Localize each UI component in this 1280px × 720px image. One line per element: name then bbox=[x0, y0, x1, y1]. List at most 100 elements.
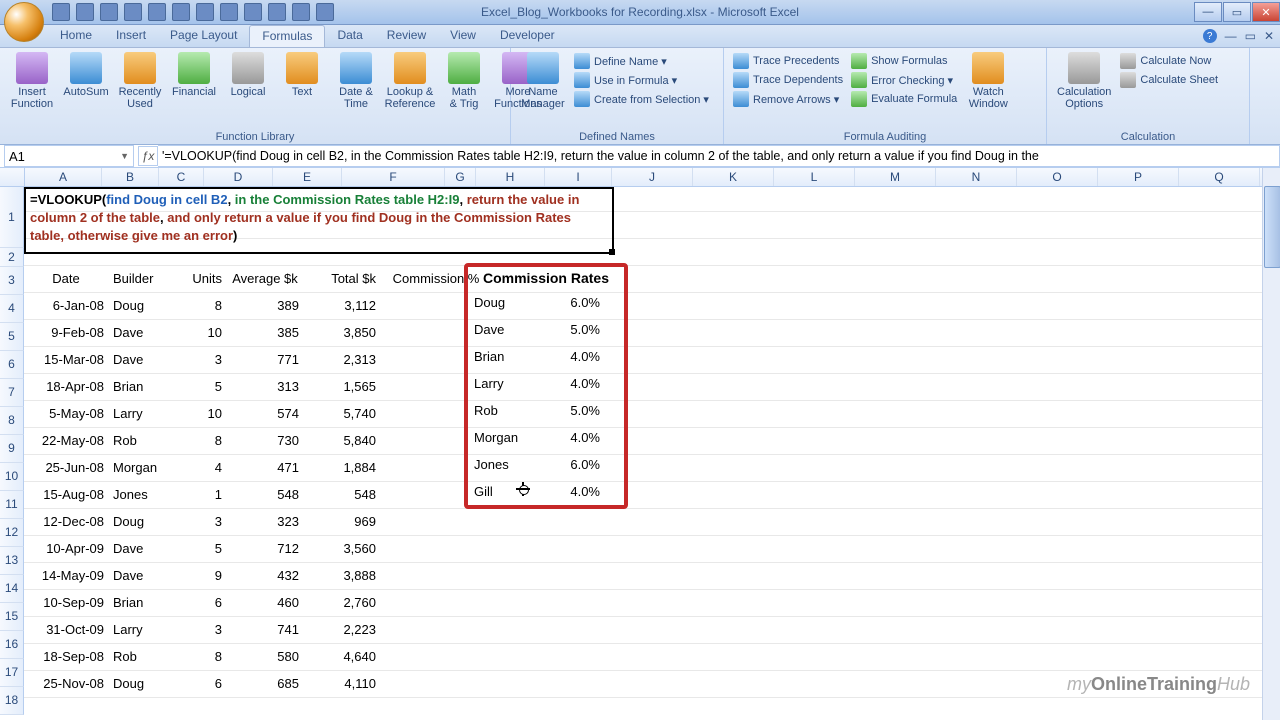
col-header-G[interactable]: G bbox=[445, 168, 476, 186]
col-header-P[interactable]: P bbox=[1098, 168, 1179, 186]
table-row[interactable]: 15-Aug-08Jones1548548 bbox=[24, 481, 492, 508]
fa-right-0[interactable]: Show Formulas bbox=[848, 52, 960, 70]
qat-open-icon[interactable] bbox=[148, 3, 166, 21]
col-header-N[interactable]: N bbox=[936, 168, 1017, 186]
name-box[interactable]: A1▼ bbox=[4, 145, 134, 167]
commission-row[interactable]: Rob5.0% bbox=[468, 397, 624, 424]
spreadsheet-grid[interactable]: ABCDEFGHIJKLMNOPQ 1234567891011121314151… bbox=[0, 168, 1280, 720]
qat-more-icon[interactable] bbox=[316, 3, 334, 21]
commission-row[interactable]: Brian4.0% bbox=[468, 343, 624, 370]
row-header-16[interactable]: 16 bbox=[0, 631, 24, 659]
col-header-F[interactable]: F bbox=[342, 168, 445, 186]
dn-item-2[interactable]: Create from Selection ▾ bbox=[571, 90, 712, 108]
col-header-I[interactable]: I bbox=[545, 168, 612, 186]
help-icon[interactable]: ? bbox=[1203, 29, 1217, 43]
fx-icon[interactable]: ƒx bbox=[138, 146, 158, 166]
row-header-12[interactable]: 12 bbox=[0, 519, 24, 547]
table-row[interactable]: 18-Apr-08Brian53131,565 bbox=[24, 373, 492, 400]
minimize-ribbon-icon[interactable]: — bbox=[1225, 29, 1237, 43]
close-button[interactable]: ✕ bbox=[1252, 2, 1280, 22]
fl-button-5[interactable]: Text bbox=[276, 50, 328, 142]
formula-bar[interactable]: '=VLOOKUP(find Doug in cell B2, in the C… bbox=[158, 145, 1280, 167]
col-header-H[interactable]: H bbox=[476, 168, 545, 186]
maximize-button[interactable]: ▭ bbox=[1223, 2, 1251, 22]
fa-right-2[interactable]: Evaluate Formula bbox=[848, 90, 960, 108]
row-header-17[interactable]: 17 bbox=[0, 659, 24, 687]
qat-redo-icon[interactable] bbox=[100, 3, 118, 21]
row-header-1[interactable]: 1 bbox=[0, 187, 24, 248]
row-header-7[interactable]: 7 bbox=[0, 379, 24, 407]
table-row[interactable]: 12-Dec-08Doug3323969 bbox=[24, 508, 492, 535]
fl-button-4[interactable]: Logical bbox=[222, 50, 274, 142]
commission-row[interactable]: Dave5.0% bbox=[468, 316, 624, 343]
table-row[interactable]: 25-Nov-08Doug66854,110 bbox=[24, 670, 492, 697]
close-workbook-icon[interactable]: ✕ bbox=[1264, 29, 1274, 43]
cell-a1-merged[interactable]: =VLOOKUP(find Doug in cell B2, in the Co… bbox=[24, 187, 614, 254]
fl-button-6[interactable]: Date & Time bbox=[330, 50, 382, 142]
col-header-E[interactable]: E bbox=[273, 168, 342, 186]
col-header-K[interactable]: K bbox=[693, 168, 774, 186]
row-header-14[interactable]: 14 bbox=[0, 575, 24, 603]
tab-page-layout[interactable]: Page Layout bbox=[158, 25, 249, 47]
fl-button-8[interactable]: Math & Trig bbox=[438, 50, 490, 142]
col-header-A[interactable]: A bbox=[25, 168, 102, 186]
fa-right-1[interactable]: Error Checking ▾ bbox=[848, 71, 960, 89]
commission-row[interactable]: Doug6.0% bbox=[468, 289, 624, 316]
row-header-15[interactable]: 15 bbox=[0, 603, 24, 631]
row-header-4[interactable]: 4 bbox=[0, 295, 24, 323]
qat-pivot-icon[interactable] bbox=[292, 3, 310, 21]
fa-left-0[interactable]: Trace Precedents bbox=[730, 52, 846, 70]
row-header-11[interactable]: 11 bbox=[0, 491, 24, 519]
scrollbar-thumb[interactable] bbox=[1264, 186, 1280, 268]
row-header-10[interactable]: 10 bbox=[0, 463, 24, 491]
tab-developer[interactable]: Developer bbox=[488, 25, 567, 47]
fl-button-0[interactable]: Insert Function bbox=[6, 50, 58, 142]
cells-area[interactable]: =VLOOKUP(find Doug in cell B2, in the Co… bbox=[24, 187, 1280, 715]
col-header-M[interactable]: M bbox=[855, 168, 936, 186]
commission-row[interactable]: Jones6.0% bbox=[468, 451, 624, 478]
qat-sort-icon[interactable] bbox=[220, 3, 238, 21]
col-header-J[interactable]: J bbox=[612, 168, 693, 186]
fl-button-2[interactable]: Recently Used bbox=[114, 50, 166, 142]
table-row[interactable]: 15-Mar-08Dave37712,313 bbox=[24, 346, 492, 373]
select-all-corner[interactable] bbox=[0, 168, 25, 186]
fa-left-1[interactable]: Trace Dependents bbox=[730, 71, 846, 89]
table-row[interactable]: 31-Oct-09Larry37412,223 bbox=[24, 616, 492, 643]
namebox-dropdown-icon[interactable]: ▼ bbox=[120, 151, 129, 161]
restore-workbook-icon[interactable]: ▭ bbox=[1245, 29, 1256, 43]
vertical-scrollbar[interactable] bbox=[1262, 168, 1280, 720]
name-manager-button[interactable]: Name Manager bbox=[517, 50, 569, 142]
col-header-B[interactable]: B bbox=[102, 168, 159, 186]
col-header-Q[interactable]: Q bbox=[1179, 168, 1260, 186]
dn-item-1[interactable]: Use in Formula ▾ bbox=[571, 71, 712, 89]
row-header-9[interactable]: 9 bbox=[0, 435, 24, 463]
calc-item-1[interactable]: Calculate Sheet bbox=[1117, 71, 1221, 89]
qat-undo-icon[interactable] bbox=[76, 3, 94, 21]
table-row[interactable]: 10-Sep-09Brian64602,760 bbox=[24, 589, 492, 616]
fill-handle[interactable] bbox=[609, 249, 615, 255]
office-button[interactable] bbox=[4, 2, 44, 42]
tab-home[interactable]: Home bbox=[48, 25, 104, 47]
fl-button-3[interactable]: Financial bbox=[168, 50, 220, 142]
col-header-D[interactable]: D bbox=[204, 168, 273, 186]
commission-row[interactable]: Larry4.0% bbox=[468, 370, 624, 397]
tab-insert[interactable]: Insert bbox=[104, 25, 158, 47]
table-row[interactable]: 18-Sep-08Rob85804,640 bbox=[24, 643, 492, 670]
table-row[interactable]: 25-Jun-08Morgan44711,884 bbox=[24, 454, 492, 481]
fa-left-2[interactable]: Remove Arrows ▾ bbox=[730, 90, 846, 108]
row-header-18[interactable]: 18 bbox=[0, 687, 24, 715]
col-header-C[interactable]: C bbox=[159, 168, 204, 186]
tab-data[interactable]: Data bbox=[325, 25, 374, 47]
tab-formulas[interactable]: Formulas bbox=[249, 25, 325, 47]
fl-button-1[interactable]: AutoSum bbox=[60, 50, 112, 142]
dn-item-0[interactable]: Define Name ▾ bbox=[571, 52, 712, 70]
minimize-button[interactable]: — bbox=[1194, 2, 1222, 22]
col-header-O[interactable]: O bbox=[1017, 168, 1098, 186]
row-header-13[interactable]: 13 bbox=[0, 547, 24, 575]
commission-row[interactable]: Gill4.0% bbox=[468, 478, 624, 505]
qat-print-icon[interactable] bbox=[172, 3, 190, 21]
table-row[interactable]: 22-May-08Rob87305,840 bbox=[24, 427, 492, 454]
row-header-8[interactable]: 8 bbox=[0, 407, 24, 435]
qat-chart-icon[interactable] bbox=[244, 3, 262, 21]
row-header-5[interactable]: 5 bbox=[0, 323, 24, 351]
